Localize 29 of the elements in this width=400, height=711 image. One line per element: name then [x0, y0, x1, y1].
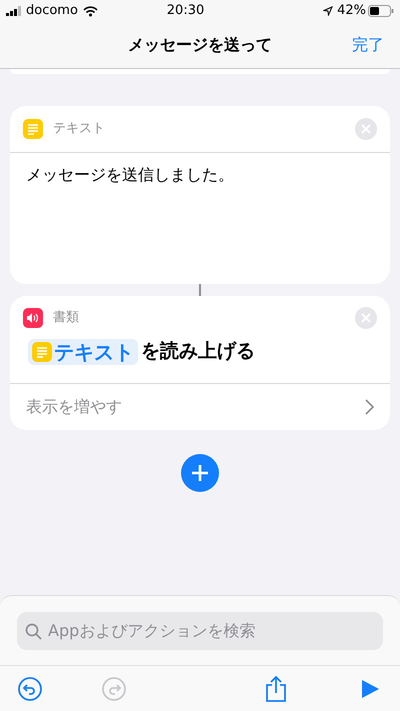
- signal-icon: [6, 6, 22, 16]
- chevron-icon: [365, 399, 374, 415]
- search-icon: [25, 622, 42, 640]
- done-button[interactable]: 完了: [352, 33, 384, 57]
- close-icon: [361, 124, 371, 134]
- undo-icon: [17, 676, 43, 702]
- action-category: テキスト: [53, 120, 106, 138]
- action-phrase: を読み上げる: [141, 339, 255, 364]
- variable-token[interactable]: テキスト: [28, 338, 138, 364]
- text-body[interactable]: メッセージを送信しました。: [10, 153, 390, 187]
- plus-icon: [191, 464, 209, 482]
- wifi-icon: [82, 6, 98, 16]
- speaker-icon: [23, 308, 43, 328]
- redo-icon: [101, 676, 127, 702]
- search-field[interactable]: Appおよびアクションを検索: [17, 612, 383, 650]
- carrier-name: docomo: [26, 2, 78, 20]
- close-icon: [361, 313, 371, 323]
- show-more-row[interactable]: 表示を増やす: [10, 383, 390, 430]
- nav-title: メッセージを送って: [128, 34, 272, 56]
- battery-icon: [368, 5, 394, 17]
- location-icon: [323, 6, 334, 16]
- play-icon: [359, 678, 381, 700]
- clock: 20:30: [166, 2, 206, 20]
- text-lines-icon: [23, 119, 43, 139]
- battery-percent: 42%: [337, 2, 366, 20]
- add-action-button[interactable]: [181, 454, 219, 492]
- action-category: 書類: [53, 309, 80, 328]
- share-icon: [265, 674, 287, 702]
- text-lines-icon: [32, 342, 52, 362]
